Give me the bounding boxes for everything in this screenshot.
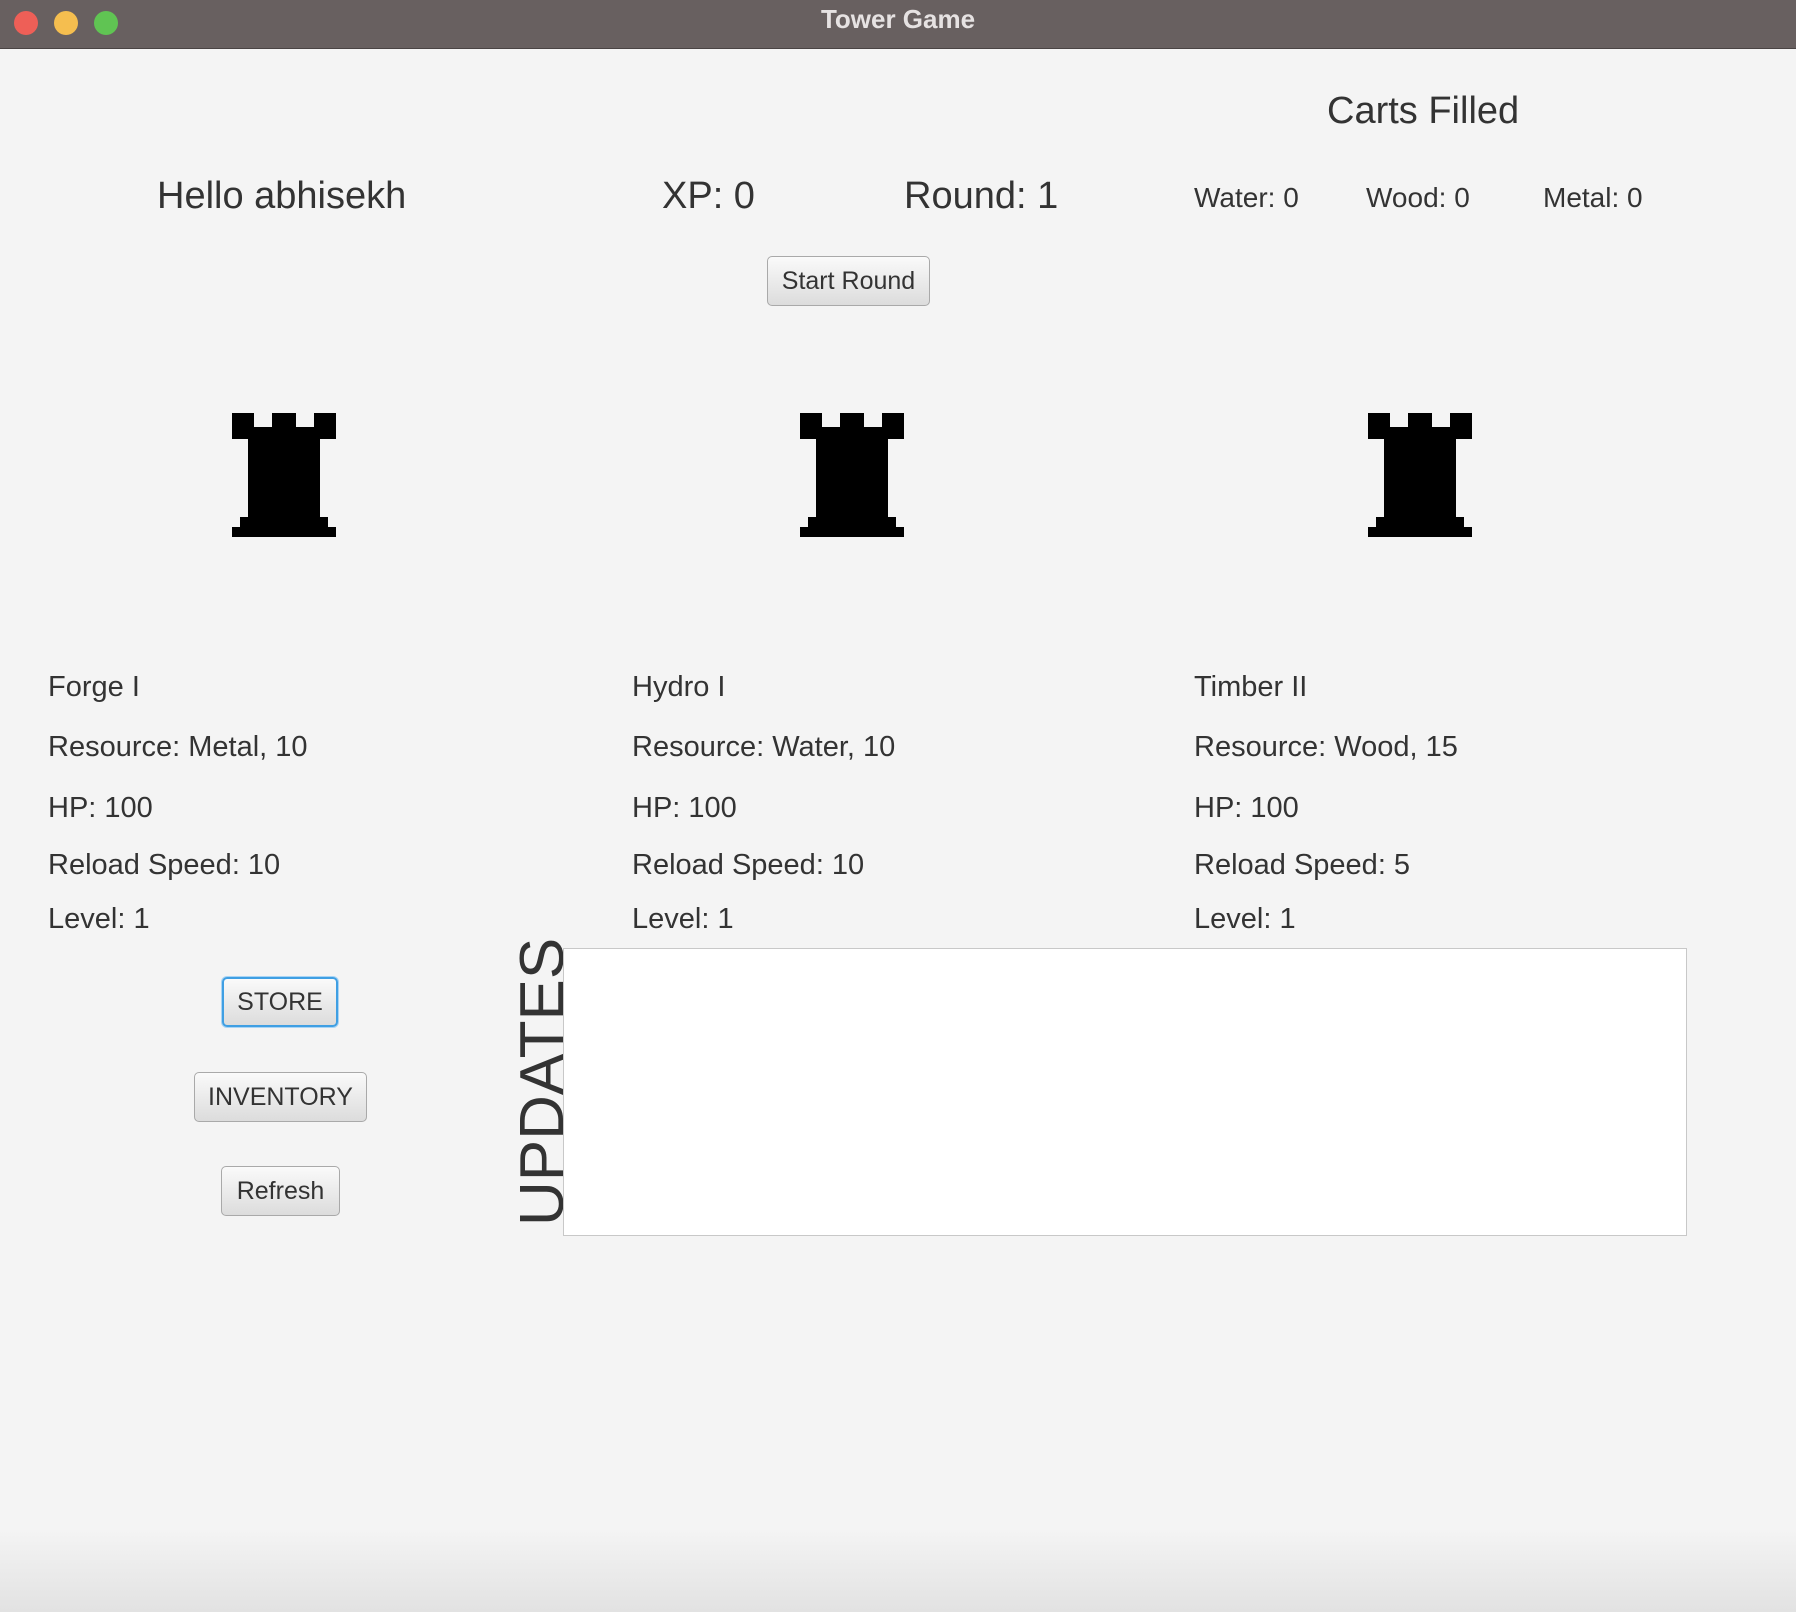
rook-tower-icon: [1368, 413, 1472, 537]
title-bar: Tower Game: [0, 0, 1796, 49]
window-title: Tower Game: [820, 4, 976, 34]
water-cart-count: Water: 0: [1194, 182, 1299, 213]
tower-level: Level: 1: [632, 903, 734, 935]
tower-name: Forge I: [48, 671, 140, 703]
greeting-label: Hello abhisekh: [157, 175, 407, 217]
tower-reload-speed: Reload Speed: 10: [48, 849, 281, 881]
tower-hp: HP: 100: [632, 792, 737, 824]
refresh-button[interactable]: Refresh: [221, 1166, 340, 1216]
tower-name: Timber II: [1194, 671, 1308, 703]
window-bottom-edge: [0, 1530, 1796, 1612]
tower-hp: HP: 100: [1194, 792, 1299, 824]
carts-filled-title: Carts Filled: [1327, 90, 1520, 132]
app-window: Tower Game Hello abhisekh XP: 0 Round: 1…: [0, 0, 1796, 1612]
round-label: Round: 1: [904, 175, 1059, 217]
tower-resource: Resource: Water, 10: [632, 731, 896, 763]
wood-cart-count: Wood: 0: [1366, 182, 1470, 213]
tower-hp: HP: 100: [48, 792, 153, 824]
tower-reload-speed: Reload Speed: 10: [632, 849, 865, 881]
rook-tower-icon: [800, 413, 904, 537]
tower-reload-speed: Reload Speed: 5: [1194, 849, 1411, 881]
tower-resource: Resource: Wood, 15: [1194, 731, 1458, 763]
tower-name: Hydro I: [632, 671, 726, 703]
updates-text-area[interactable]: [563, 948, 1687, 1236]
store-button[interactable]: STORE: [222, 977, 338, 1027]
tower-level: Level: 1: [48, 903, 150, 935]
rook-tower-icon: [232, 413, 336, 537]
inventory-button[interactable]: INVENTORY: [194, 1072, 367, 1122]
tower-resource: Resource: Metal, 10: [48, 731, 308, 763]
xp-label: XP: 0: [662, 175, 755, 217]
start-round-button[interactable]: Start Round: [767, 256, 930, 306]
metal-cart-count: Metal: 0: [1543, 182, 1643, 213]
tower-level: Level: 1: [1194, 903, 1296, 935]
